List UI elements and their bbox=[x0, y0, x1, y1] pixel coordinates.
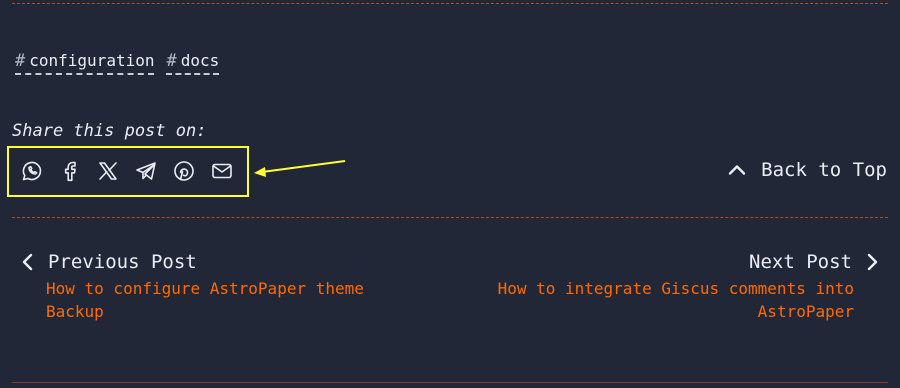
hash-icon: # bbox=[15, 51, 26, 71]
previous-post-link[interactable]: Previous Post How to configure AstroPape… bbox=[20, 250, 386, 323]
whatsapp-icon[interactable] bbox=[20, 159, 44, 183]
tag-docs[interactable]: # docs bbox=[166, 51, 220, 75]
next-post-heading: Next Post bbox=[749, 251, 852, 273]
previous-post-title-line: How to configure AstroPaper theme bbox=[46, 279, 364, 298]
annotation-arrow-icon bbox=[254, 160, 346, 177]
previous-post-title: How to configure AstroPaper theme Backup bbox=[46, 277, 386, 323]
pinterest-icon[interactable] bbox=[172, 159, 196, 183]
bottom-divider bbox=[12, 382, 888, 383]
telegram-icon[interactable] bbox=[134, 159, 158, 183]
previous-post-heading: Previous Post bbox=[48, 251, 197, 273]
section-divider bbox=[12, 217, 888, 218]
facebook-icon[interactable] bbox=[58, 159, 82, 183]
tag-label: docs bbox=[180, 51, 220, 70]
next-post-title: How to integrate Giscus comments into As… bbox=[474, 277, 854, 323]
tag-configuration[interactable]: # configuration bbox=[15, 51, 155, 75]
chevron-up-icon bbox=[728, 165, 746, 175]
next-post-title-line: AstroPaper bbox=[757, 302, 854, 321]
tag-label: configuration bbox=[29, 51, 155, 70]
share-label: Share this post on: bbox=[12, 121, 207, 141]
next-post-title-line: How to integrate Giscus comments into bbox=[497, 279, 854, 298]
top-divider bbox=[12, 3, 888, 4]
back-to-top-label: Back to Top bbox=[761, 159, 887, 181]
next-post-link[interactable]: Next Post How to integrate Giscus commen… bbox=[474, 250, 880, 323]
hash-icon: # bbox=[166, 51, 177, 71]
previous-post-title-line: Backup bbox=[46, 302, 104, 321]
chevron-left-icon bbox=[22, 253, 33, 271]
share-links bbox=[20, 159, 234, 183]
tag-list: # configuration # docs bbox=[15, 51, 220, 75]
mail-icon[interactable] bbox=[210, 159, 234, 183]
x-icon[interactable] bbox=[96, 159, 120, 183]
back-to-top-button[interactable]: Back to Top bbox=[727, 158, 887, 182]
chevron-right-icon bbox=[867, 253, 878, 271]
